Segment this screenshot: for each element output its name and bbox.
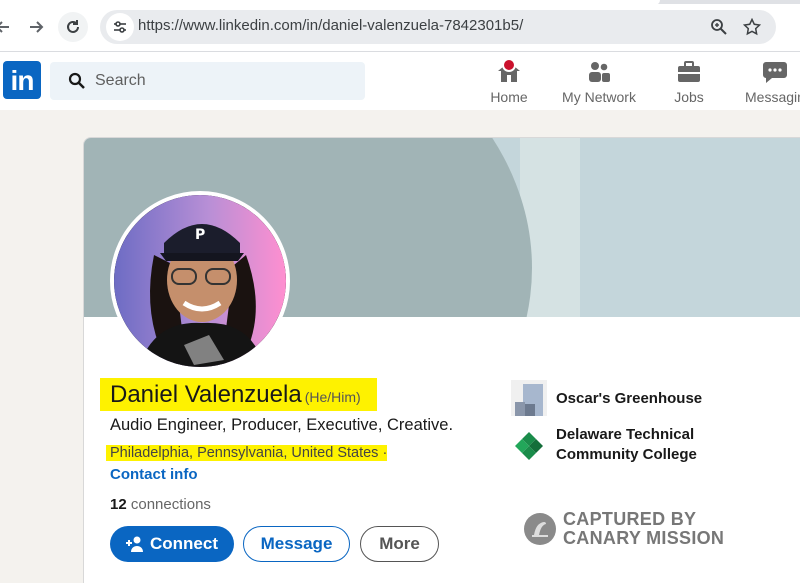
site-info-button[interactable] xyxy=(106,13,134,41)
connections-count[interactable]: 12 connections xyxy=(110,496,211,513)
name-highlight: Daniel Valenzuela (He/Him) xyxy=(100,378,377,411)
profile-headline: Audio Engineer, Producer, Executive, Cre… xyxy=(110,416,454,434)
bird-icon xyxy=(532,522,548,537)
profile-location: Philadelphia, Pennsylvania, United State… xyxy=(106,445,388,461)
company-name: Oscar's Greenhouse xyxy=(556,390,703,407)
watermark: CAPTURED BY CANARY MISSION xyxy=(524,510,784,554)
company-logo-placeholder xyxy=(511,380,547,416)
nav-home[interactable]: Home xyxy=(484,58,534,108)
watermark-line2: CANARY MISSION xyxy=(563,528,725,548)
forward-arrow-icon xyxy=(30,21,44,33)
nav-jobs[interactable]: Jobs xyxy=(668,58,710,108)
bookmark-button[interactable] xyxy=(740,15,764,39)
linkedin-logo[interactable]: in xyxy=(3,61,41,99)
url-text[interactable]: https://www.linkedin.com/in/daniel-valen… xyxy=(138,17,523,34)
back-button[interactable] xyxy=(0,12,18,42)
connect-button[interactable]: Connect xyxy=(110,526,234,562)
location-separator: · xyxy=(378,445,388,461)
school-name-line1: Delaware Technical xyxy=(556,426,695,443)
notification-badge xyxy=(502,58,516,72)
nav-messaging[interactable]: Messaging xyxy=(745,58,800,108)
zoom-button[interactable] xyxy=(707,15,731,39)
address-bar[interactable]: https://www.linkedin.com/in/daniel-valen… xyxy=(100,10,776,44)
avatar[interactable]: P xyxy=(110,191,290,371)
forward-button[interactable] xyxy=(21,12,51,42)
experience-item[interactable]: Oscar's Greenhouse xyxy=(511,380,771,416)
nav-my-network[interactable]: My Network xyxy=(558,58,640,108)
search-placeholder: Search xyxy=(95,72,146,89)
location-text: Philadelphia, Pennsylvania, United State… xyxy=(110,445,379,461)
contact-info-link[interactable]: Contact info xyxy=(110,466,198,483)
zoom-icon xyxy=(711,19,727,35)
message-button[interactable]: Message xyxy=(243,526,350,562)
school-name-line2: Community College xyxy=(556,446,697,463)
pronouns: (He/Him) xyxy=(304,389,361,405)
back-arrow-icon xyxy=(0,21,9,33)
more-button[interactable]: More xyxy=(360,526,439,562)
star-icon xyxy=(743,18,761,36)
reload-button[interactable] xyxy=(58,12,88,42)
education-item[interactable]: Delaware Technical Community College xyxy=(511,426,791,468)
add-person-icon xyxy=(126,536,143,552)
search-icon xyxy=(68,72,85,89)
chat-icon xyxy=(763,62,787,83)
people-icon xyxy=(589,62,610,82)
watermark-line1: CAPTURED BY xyxy=(563,509,697,529)
school-logo xyxy=(511,428,547,464)
tune-icon xyxy=(114,21,126,33)
active-tab-edge xyxy=(0,0,660,5)
profile-photo: P xyxy=(114,195,286,367)
browser-toolbar: https://www.linkedin.com/in/daniel-valen… xyxy=(0,0,800,52)
linkedin-header: in Search Home My Network Jobs Messaging xyxy=(0,52,800,110)
canary-mission-logo xyxy=(524,513,556,545)
reload-icon xyxy=(67,20,79,33)
briefcase-icon xyxy=(678,61,700,82)
search-input[interactable]: Search xyxy=(50,62,365,100)
profile-name: Daniel Valenzuela xyxy=(110,381,302,408)
profile-card: P Daniel Valenzuela (He/Him) Audio Engine… xyxy=(83,137,800,583)
svg-text:P: P xyxy=(195,227,205,243)
